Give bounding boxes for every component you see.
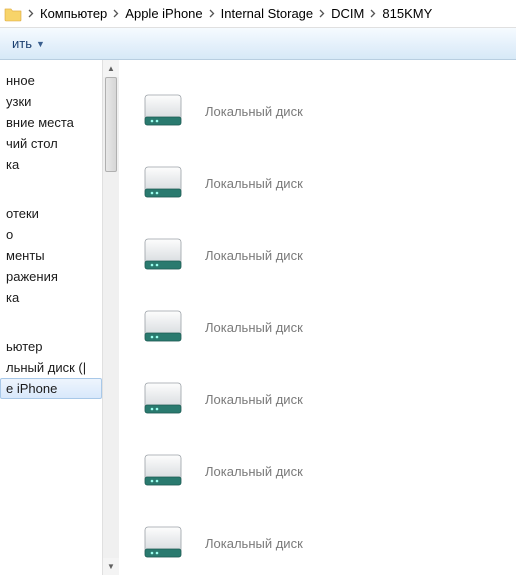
sidebar-section-computer: ьютер льный диск (| e iPhone bbox=[0, 336, 102, 399]
drive-icon bbox=[139, 519, 187, 567]
sidebar-item-computer[interactable]: ьютер bbox=[0, 336, 102, 357]
sidebar-item[interactable]: узки bbox=[0, 91, 102, 112]
chevron-right-icon[interactable] bbox=[109, 9, 123, 18]
sidebar: нное узки вние места чий стол ка отеки о… bbox=[0, 60, 102, 575]
sidebar-section-favorites: нное узки вние места чий стол ка bbox=[0, 70, 102, 175]
file-label: Локальный диск bbox=[205, 176, 303, 191]
chevron-right-icon[interactable] bbox=[205, 9, 219, 18]
file-label: Локальный диск bbox=[205, 248, 303, 263]
file-item[interactable]: Локальный диск bbox=[139, 150, 516, 216]
file-item[interactable]: Локальный диск bbox=[139, 438, 516, 504]
scroll-up-arrow[interactable]: ▲ bbox=[103, 60, 119, 77]
drive-icon bbox=[139, 87, 187, 135]
file-label: Локальный диск bbox=[205, 104, 303, 119]
sidebar-item[interactable]: менты bbox=[0, 245, 102, 266]
scroll-down-arrow[interactable]: ▼ bbox=[103, 558, 119, 575]
sidebar-item[interactable]: вние места bbox=[0, 112, 102, 133]
file-item[interactable]: Локальный диск bbox=[139, 294, 516, 360]
chevron-right-icon[interactable] bbox=[366, 9, 380, 18]
file-label: Локальный диск bbox=[205, 536, 303, 551]
sidebar-item[interactable]: ка bbox=[0, 287, 102, 308]
sidebar-section-libraries: отеки о менты ражения ка bbox=[0, 203, 102, 308]
breadcrumb-item[interactable]: Apple iPhone bbox=[123, 6, 204, 21]
main-area: нное узки вние места чий стол ка отеки о… bbox=[0, 60, 516, 575]
toolbar-button-label: ить bbox=[12, 36, 32, 51]
chevron-right-icon[interactable] bbox=[315, 9, 329, 18]
toolbar: ить ▼ bbox=[0, 28, 516, 60]
drive-icon bbox=[139, 375, 187, 423]
folder-icon bbox=[4, 6, 22, 22]
file-label: Локальный диск bbox=[205, 464, 303, 479]
file-label: Локальный диск bbox=[205, 392, 303, 407]
sidebar-scrollbar[interactable]: ▲ ▼ bbox=[102, 60, 119, 575]
drive-icon bbox=[139, 231, 187, 279]
sidebar-item[interactable]: ражения bbox=[0, 266, 102, 287]
file-item[interactable]: Локальный диск bbox=[139, 510, 516, 575]
toolbar-button[interactable]: ить ▼ bbox=[6, 34, 51, 53]
breadcrumb-item[interactable]: 815KMY bbox=[380, 6, 434, 21]
chevron-right-icon[interactable] bbox=[24, 9, 38, 18]
sidebar-item-iphone[interactable]: e iPhone bbox=[0, 378, 102, 399]
file-list: Локальный диск Локальный диск Локальный … bbox=[119, 60, 516, 575]
sidebar-item-localdisk[interactable]: льный диск (| bbox=[0, 357, 102, 378]
sidebar-item[interactable]: отеки bbox=[0, 203, 102, 224]
file-label: Локальный диск bbox=[205, 320, 303, 335]
breadcrumb-item[interactable]: Компьютер bbox=[38, 6, 109, 21]
drive-icon bbox=[139, 159, 187, 207]
breadcrumb-bar[interactable]: Компьютер Apple iPhone Internal Storage … bbox=[0, 0, 516, 28]
breadcrumb-item[interactable]: Internal Storage bbox=[219, 6, 316, 21]
chevron-down-icon: ▼ bbox=[36, 39, 45, 49]
sidebar-item[interactable]: чий стол bbox=[0, 133, 102, 154]
file-item[interactable]: Локальный диск bbox=[139, 222, 516, 288]
sidebar-item[interactable]: ка bbox=[0, 154, 102, 175]
file-item[interactable]: Локальный диск bbox=[139, 366, 516, 432]
sidebar-item[interactable]: о bbox=[0, 224, 102, 245]
file-item[interactable]: Локальный диск bbox=[139, 78, 516, 144]
scroll-thumb[interactable] bbox=[105, 77, 117, 172]
drive-icon bbox=[139, 303, 187, 351]
drive-icon bbox=[139, 447, 187, 495]
breadcrumb-item[interactable]: DCIM bbox=[329, 6, 366, 21]
sidebar-item[interactable]: нное bbox=[0, 70, 102, 91]
